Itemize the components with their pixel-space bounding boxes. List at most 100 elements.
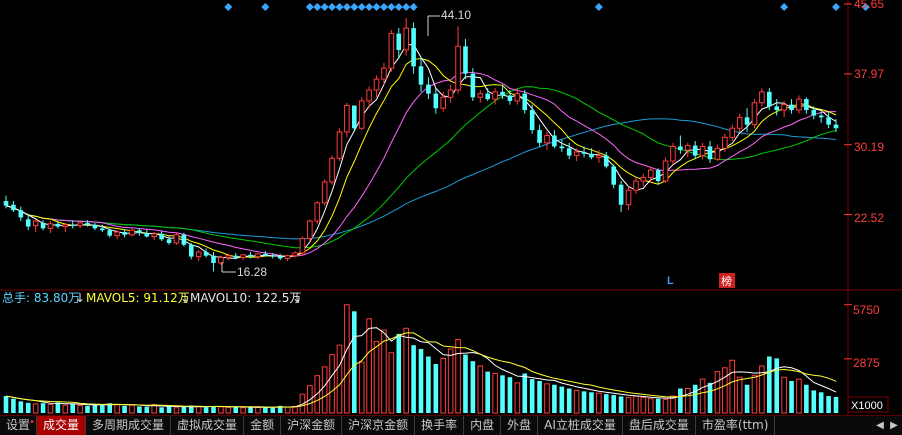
settings-dot-icon: • — [29, 417, 36, 428]
volume-bar-down — [159, 407, 164, 413]
tab-hs-amount[interactable]: 沪深金额 — [281, 416, 343, 435]
candle-body-down — [144, 232, 150, 237]
volume-bar-down — [678, 388, 683, 413]
tab-inner[interactable]: 内盘 — [464, 416, 502, 435]
candle-body-up — [240, 254, 246, 259]
volume-bar-down — [767, 356, 772, 413]
volume-bar-down — [537, 380, 542, 413]
volume-bar-down — [826, 396, 831, 413]
tab-label: 市盈率(ttm) — [701, 418, 769, 432]
candle-body-down — [270, 255, 276, 257]
volume-bar-down — [18, 401, 24, 413]
volume-bar-up — [62, 404, 69, 414]
event-diamond-icon — [350, 3, 359, 11]
volume-bar-up — [647, 398, 654, 414]
volume-bar-up — [596, 392, 602, 414]
event-diamond-icon — [261, 3, 270, 11]
candle-body-down — [485, 93, 490, 100]
tab-virtual-volume[interactable]: 虚拟成交量 — [171, 416, 245, 435]
low-price-annotation: 16.28 — [221, 262, 267, 279]
tab-label: 内盘 — [470, 418, 495, 432]
volume-bar-down — [833, 396, 839, 413]
volume-bar-up — [722, 367, 728, 414]
candle-body-down — [137, 230, 142, 233]
candle-body-up — [670, 145, 676, 162]
volume-bar-down — [418, 348, 424, 413]
tab-turnover[interactable]: 换手率 — [415, 416, 465, 435]
candle-body-up — [195, 251, 202, 258]
price-tick-label: 37.97 — [854, 67, 884, 81]
volume-bars — [3, 304, 839, 414]
volume-bar-up — [129, 404, 135, 414]
event-diamond-icon — [320, 3, 329, 11]
price-tick-label: 30.19 — [854, 140, 884, 154]
scroll-right-icon[interactable]: ▶ — [889, 419, 899, 433]
event-diamond-icon — [594, 3, 603, 11]
tab-settings[interactable]: 设置 • — [0, 416, 38, 435]
candle-body-down — [744, 117, 750, 125]
volume-bar-up — [225, 406, 232, 414]
volume-bar-down — [233, 406, 239, 413]
tab-multi-period-volume[interactable]: 多周期成交量 — [86, 416, 172, 435]
scroll-left-icon[interactable]: ◀ — [875, 419, 885, 433]
volume-bar-down — [811, 390, 817, 413]
volume-tick-label: 5750 — [853, 303, 880, 317]
candle-body-down — [603, 155, 609, 167]
volume-bar-down — [559, 386, 565, 413]
candle-body-up — [440, 96, 447, 109]
tab-amount[interactable]: 金额 — [244, 416, 282, 435]
volume-bar-down — [248, 407, 253, 413]
volume-bar-down — [25, 402, 31, 413]
event-diamond-icon — [335, 3, 344, 11]
event-marker-bang[interactable]: 榜 — [721, 274, 732, 288]
volume-bar-down — [85, 405, 90, 413]
tab-label: 成交量 — [43, 418, 80, 432]
mavol5-label: MAVOL5: 91.12万 — [86, 291, 190, 305]
volume-bar-up — [195, 405, 202, 414]
volume-bar-up — [544, 383, 550, 414]
volume-bar-up — [455, 339, 461, 414]
candle-body-up — [173, 234, 180, 244]
candle-body-down — [40, 222, 46, 229]
candle-body-up — [344, 104, 350, 133]
volume-panel[interactable]: 总手: 83.80万 ↓ MAVOL5: 91.12万 ↓ MAVOL10: 1… — [2, 291, 889, 415]
candle-body-up — [218, 257, 224, 264]
candle-body-down — [107, 230, 113, 236]
candle-body-down — [507, 95, 513, 101]
candle-body-up — [255, 253, 261, 258]
price-tick-label: 22.52 — [854, 211, 884, 225]
event-diamond-icon — [313, 3, 322, 11]
tab-label: 多周期成交量 — [92, 418, 165, 432]
tab-volume[interactable]: 成交量 — [37, 416, 87, 435]
volume-bar-down — [122, 405, 127, 413]
volume-bar-down — [529, 379, 535, 413]
volume-bar-down — [566, 388, 572, 413]
tab-hsj-amount[interactable]: 沪深京金额 — [342, 416, 416, 435]
event-marker-l[interactable]: L — [667, 275, 674, 287]
candle-body-up — [314, 202, 321, 222]
candle-body-up — [736, 116, 743, 129]
volume-bar-up — [714, 371, 721, 414]
candle-body-down — [396, 33, 402, 50]
volume-bar-up — [781, 376, 787, 414]
candle-body-up — [573, 151, 580, 157]
tab-pe-ttm[interactable]: 市盈率(ttm) — [696, 416, 776, 435]
candle-body-up — [62, 224, 69, 228]
tab-outer[interactable]: 外盘 — [501, 416, 539, 435]
volume-bar-up — [114, 403, 120, 414]
candle-body-up — [699, 145, 706, 157]
tab-after-hours-volume[interactable]: 盘后成交量 — [623, 416, 696, 435]
candle-body-up — [403, 27, 409, 51]
candle-body-down — [70, 224, 75, 226]
volume-bar-up — [699, 378, 706, 414]
volume-bar-down — [55, 402, 61, 413]
arrow-down-icon: ↓ — [75, 291, 85, 305]
tab-ai-volume[interactable]: AI立桩成交量 — [538, 416, 623, 435]
volume-bar-up — [284, 406, 291, 414]
price-panel[interactable]: 45.65 37.97 30.19 22.52 44.10 16.28 L 榜 — [0, 0, 902, 292]
volume-bar-up — [77, 404, 83, 414]
event-diamond-icon — [305, 3, 314, 11]
event-diamond-icon — [832, 3, 840, 11]
candle-body-up — [114, 231, 120, 237]
event-markers-row[interactable] — [224, 3, 870, 11]
